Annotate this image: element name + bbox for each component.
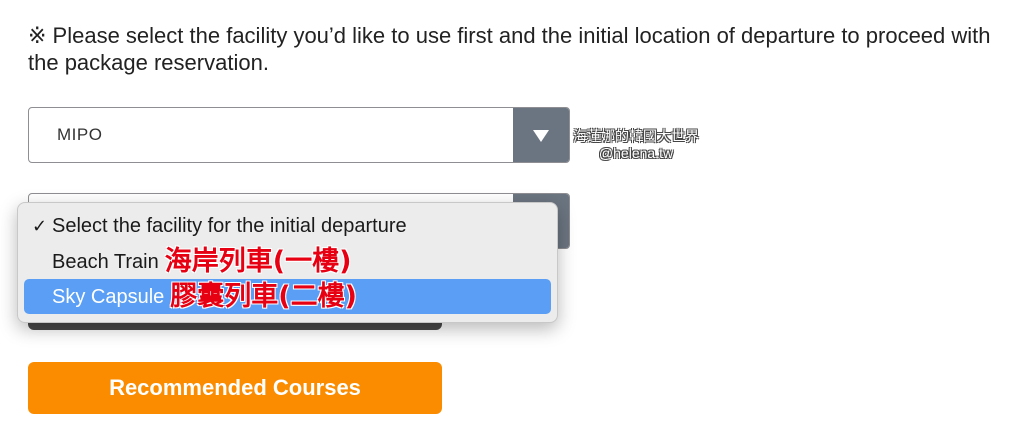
option-select-facility[interactable]: ✓ Select the facility for the initial dep… <box>24 209 551 244</box>
recommended-courses-button[interactable]: Recommended Courses <box>28 362 442 414</box>
option-label: Select the facility for the initial depa… <box>52 215 407 237</box>
instruction-notice: ※ Please select the facility you’d like … <box>28 23 991 75</box>
location-select-value: MIPO <box>57 125 103 144</box>
location-select[interactable]: MIPO <box>28 107 570 163</box>
option-label: Sky Capsule <box>52 286 165 308</box>
watermark-title: 海蓮娜的韓國大世界 <box>573 128 699 144</box>
option-annotation: 膠囊列車(二樓) <box>170 281 357 312</box>
option-sky-capsule[interactable]: Sky Capsule 膠囊列車(二樓) <box>24 279 551 314</box>
dropdown-arrow-icon <box>533 130 549 142</box>
option-label: Beach Train <box>52 251 159 273</box>
reservation-page: ※ Please select the facility you’d like … <box>0 0 1024 433</box>
watermark: 海蓮娜的韓國大世界 @helena.tw <box>556 128 716 162</box>
watermark-handle: @helena.tw <box>598 145 674 161</box>
checkmark-icon: ✓ <box>32 216 48 236</box>
option-annotation: 海岸列車(一樓) <box>164 246 352 277</box>
facility-dropdown-menu: ✓ Select the facility for the initial dep… <box>17 202 558 323</box>
option-beach-train[interactable]: Beach Train 海岸列車(一樓) <box>24 244 551 279</box>
